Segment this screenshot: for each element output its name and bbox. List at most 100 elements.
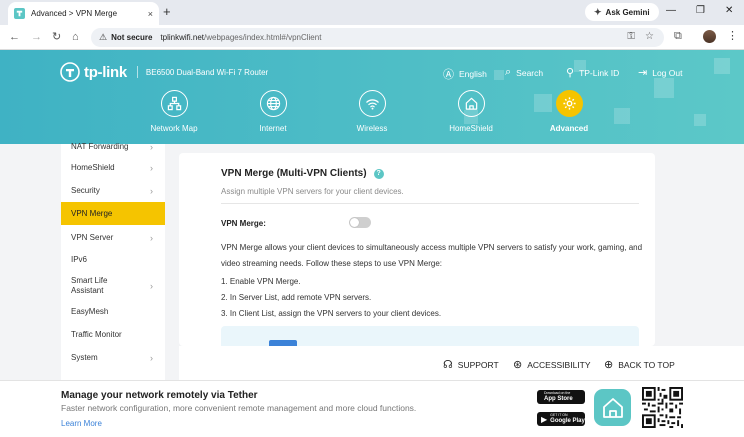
page-title: VPN Merge (Multi-VPN Clients) ?: [221, 168, 384, 179]
gear-icon: [555, 90, 583, 117]
toggle-knob: [350, 218, 359, 227]
sidebar-item-smart-life-assistant[interactable]: Smart Life Assistant ›: [61, 273, 165, 299]
sidebar-item-label: IPv6: [71, 255, 88, 264]
illustration-card: [221, 326, 639, 346]
page-title-text: VPN Merge (Multi-VPN Clients): [221, 168, 367, 179]
sidebar-item-label: System: [71, 353, 98, 362]
sidebar-item-easymesh[interactable]: EasyMesh: [61, 300, 165, 323]
banner-subtitle: Faster network configuration, more conve…: [61, 403, 417, 413]
reload-icon[interactable]: ↻: [52, 30, 61, 44]
sidebar-item-vpn-merge[interactable]: VPN Merge: [61, 202, 165, 225]
sidebar-item-label: Smart Life Assistant: [71, 276, 108, 295]
tplink-id-button[interactable]: ⚲ TP-Link ID: [566, 66, 619, 79]
logout-icon: ⇥: [638, 67, 648, 79]
vpn-merge-toggle[interactable]: [349, 217, 371, 228]
tplink-id-label: TP-Link ID: [579, 67, 620, 78]
support-label: SUPPORT: [457, 359, 499, 370]
page-subtitle: Assign multiple VPN servers for your cli…: [221, 187, 404, 196]
sidebar-item-label: EasyMesh: [71, 307, 109, 316]
home-icon[interactable]: ⌂: [72, 30, 79, 44]
browser-tab-bar: Advanced > VPN Merge × + ✦ Ask Gemini — …: [0, 0, 744, 25]
tplink-logo-icon: [60, 62, 80, 82]
router-model: BE6500 Dual-Band Wi-Fi 7 Router: [145, 67, 269, 77]
sidebar-item-label: VPN Merge: [71, 209, 113, 218]
nav-label: Internet: [259, 124, 287, 133]
back-arrow-icon[interactable]: ←: [9, 30, 20, 44]
sidebar-item-traffic-monitor[interactable]: Traffic Monitor: [61, 323, 165, 346]
learn-more-link[interactable]: Learn More: [61, 419, 102, 428]
new-tab-button[interactable]: +: [163, 4, 171, 20]
nav-label: Wireless: [356, 124, 388, 133]
forward-arrow-icon[interactable]: →: [31, 30, 42, 44]
sidebar-item-ipv6[interactable]: IPv6: [61, 248, 165, 271]
gemini-sparkle-icon: ✦: [594, 6, 602, 17]
tplink-id-icon: ⚲: [566, 67, 575, 79]
search-label: Search: [516, 67, 544, 78]
bookmark-star-icon[interactable]: ☆: [645, 31, 654, 42]
sidebar-item-homeshield[interactable]: HomeShield ›: [61, 156, 165, 179]
nav-homeshield[interactable]: HomeShield: [436, 90, 506, 133]
language-selector[interactable]: Ⓐ English: [443, 66, 487, 82]
wifi-icon: [358, 90, 386, 117]
vpn-merge-panel: VPN Merge (Multi-VPN Clients) ? Assign m…: [179, 153, 655, 346]
minimize-window-icon[interactable]: —: [666, 5, 676, 17]
network-map-icon: [160, 90, 188, 117]
chevron-right-icon: ›: [150, 141, 153, 152]
search-button[interactable]: ⌕ Search: [505, 66, 543, 79]
support-link[interactable]: ☊ SUPPORT: [443, 358, 499, 371]
nav-wireless[interactable]: Wireless: [337, 90, 407, 133]
password-key-icon[interactable]: ⚿: [627, 31, 635, 42]
logout-button[interactable]: ⇥ Log Out: [638, 66, 682, 79]
sidebar-item-system[interactable]: System ›: [61, 346, 165, 369]
step-item: 3. In Client List, assign the VPN server…: [221, 309, 442, 318]
arrow-up-circle-icon: ⊕: [604, 359, 614, 371]
profile-avatar[interactable]: [703, 30, 716, 43]
tether-app-icon[interactable]: [594, 389, 631, 426]
nav-advanced[interactable]: Advanced: [534, 90, 604, 133]
nav-internet[interactable]: Internet: [238, 90, 308, 133]
extensions-puzzle-icon[interactable]: ⧉: [674, 30, 682, 43]
browser-tab[interactable]: Advanced > VPN Merge ×: [8, 2, 159, 25]
vpn-merge-description: VPN Merge allows your client devices to …: [221, 243, 643, 268]
url-omnibox[interactable]: ⚠ Not secure tplinkwifi.net/webpages/ind…: [91, 28, 664, 47]
back-to-top-link[interactable]: ⊕ BACK TO TOP: [604, 358, 675, 371]
sidebar-item-label: HomeShield: [71, 163, 115, 172]
tplink-logo[interactable]: tp-link BE6500 Dual-Band Wi-Fi 7 Router: [60, 62, 268, 82]
sidebar-item-vpn-server[interactable]: VPN Server ›: [61, 226, 165, 249]
brand-name: tp-link: [84, 63, 127, 81]
sidebar-item-nat-forwarding[interactable]: NAT Forwarding ›: [61, 135, 165, 158]
sidebar-item-label: Security: [71, 186, 100, 195]
qr-code-image: [642, 387, 683, 428]
nav-label: Network Map: [150, 124, 198, 133]
sidebar-item-security[interactable]: Security ›: [61, 179, 165, 202]
footer-links: ☊ SUPPORT ⊛ ACCESSIBILITY ⊕ BACK TO TOP: [179, 346, 744, 380]
ask-gemini-button[interactable]: ✦ Ask Gemini: [585, 3, 659, 21]
help-icon[interactable]: ?: [373, 168, 384, 179]
browser-menu-icon[interactable]: ⋮: [727, 29, 738, 42]
tab-close-icon[interactable]: ×: [148, 9, 153, 19]
sidebar-item-label: Traffic Monitor: [71, 330, 122, 339]
url-host: tplinkwifi.net: [160, 33, 205, 42]
chevron-right-icon: ›: [150, 232, 153, 243]
close-window-icon[interactable]: ✕: [725, 5, 733, 17]
step-item: 1. Enable VPN Merge.: [221, 277, 301, 286]
chevron-right-icon: ›: [150, 162, 153, 173]
ask-gemini-label: Ask Gemini: [605, 7, 650, 17]
maximize-window-icon[interactable]: ❐: [696, 5, 705, 17]
tab-title: Advanced > VPN Merge: [31, 9, 118, 18]
router-header: tp-link BE6500 Dual-Band Wi-Fi 7 Router …: [0, 50, 744, 144]
not-secure-warning-icon: ⚠: [99, 32, 108, 42]
chevron-right-icon: ›: [150, 352, 153, 363]
accessibility-icon: ⊛: [513, 359, 523, 371]
google-play-icon: ▶: [541, 414, 548, 424]
search-icon: ⌕: [505, 66, 512, 78]
app-store-badge[interactable]: Download on the App Store: [537, 390, 585, 404]
section-divider: [221, 203, 639, 204]
nav-label: HomeShield: [449, 124, 493, 133]
sidebar-item-label: NAT Forwarding: [71, 142, 129, 151]
tplink-favicon-icon: [14, 8, 25, 19]
nav-network-map[interactable]: Network Map: [139, 90, 209, 133]
google-play-badge[interactable]: ▶ GET IT ON Google Play: [537, 412, 585, 426]
accessibility-link[interactable]: ⊛ ACCESSIBILITY: [513, 358, 591, 371]
sidebar-item-label: VPN Server: [71, 233, 114, 242]
